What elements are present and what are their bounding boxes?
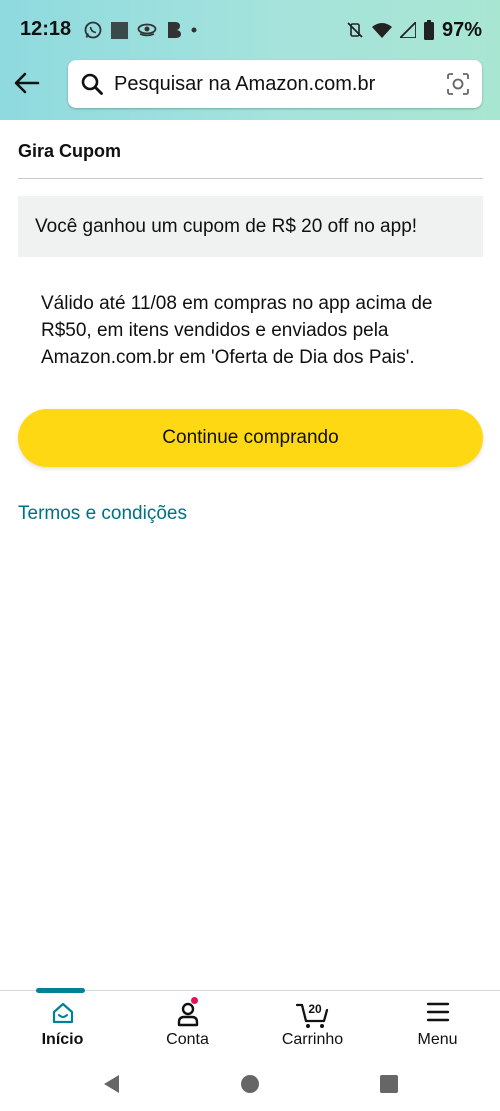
page-title: Gira Cupom (18, 141, 122, 161)
notification-icons (84, 19, 197, 41)
vibrate-off-icon (347, 22, 363, 38)
app-square-icon (111, 21, 128, 39)
title-divider (18, 178, 483, 179)
continue-shopping-button[interactable]: Continue comprando (18, 409, 483, 467)
bottom-navigation: Início Conta 20 Carrinho Menu (0, 988, 500, 1057)
search-input[interactable] (114, 72, 434, 96)
status-bar: 12:18 97% (0, 0, 500, 60)
system-recents-icon[interactable] (379, 1074, 399, 1094)
menu-icon (426, 1002, 449, 1022)
home-icon (52, 1002, 73, 1024)
coupon-description: Válido até 11/08 em compras no app acima… (41, 293, 433, 368)
system-status-icons: 97% (346, 18, 482, 42)
status-time: 12:18 (20, 18, 72, 40)
nav-item-menu[interactable]: Menu (375, 991, 500, 1057)
whatsapp-icon (84, 21, 102, 39)
nav-item-cart[interactable]: 20 Carrinho (250, 991, 375, 1057)
nav-label-account: Conta (166, 1031, 209, 1048)
system-home-icon[interactable] (240, 1074, 260, 1094)
wifi-icon (371, 23, 392, 38)
nav-label-menu: Menu (417, 1031, 458, 1048)
system-back-icon[interactable] (102, 1074, 122, 1094)
arrow-left-icon (14, 72, 40, 94)
camera-lens-icon[interactable] (446, 72, 470, 96)
account-notification-dot (191, 997, 198, 1004)
terms-link[interactable]: Termos e condições (18, 503, 187, 525)
cart-count-badge: 20 (308, 1002, 322, 1016)
signal-icon (399, 22, 416, 38)
battery-percentage: 97% (441, 18, 482, 41)
eye-app-icon (137, 23, 157, 37)
back-button[interactable] (12, 68, 42, 98)
coupon-banner-text: Você ganhou um cupom de R$ 20 off no app… (35, 215, 418, 237)
account-icon (177, 1002, 198, 1027)
bold-b-app-icon (168, 22, 181, 38)
search-icon (80, 72, 104, 96)
nav-label-cart: Carrinho (281, 1031, 344, 1048)
cart-icon: 20 (295, 1002, 328, 1028)
battery-icon (423, 20, 434, 40)
system-navigation-bar (0, 1056, 500, 1111)
nav-item-home[interactable]: Início (0, 991, 125, 1057)
nav-label-home: Início (41, 1031, 84, 1048)
search-bar[interactable] (68, 60, 482, 108)
coupon-banner: Você ganhou um cupom de R$ 20 off no app… (18, 196, 483, 257)
nav-item-account[interactable]: Conta (125, 991, 250, 1057)
more-notifications-dot-icon (191, 27, 197, 33)
